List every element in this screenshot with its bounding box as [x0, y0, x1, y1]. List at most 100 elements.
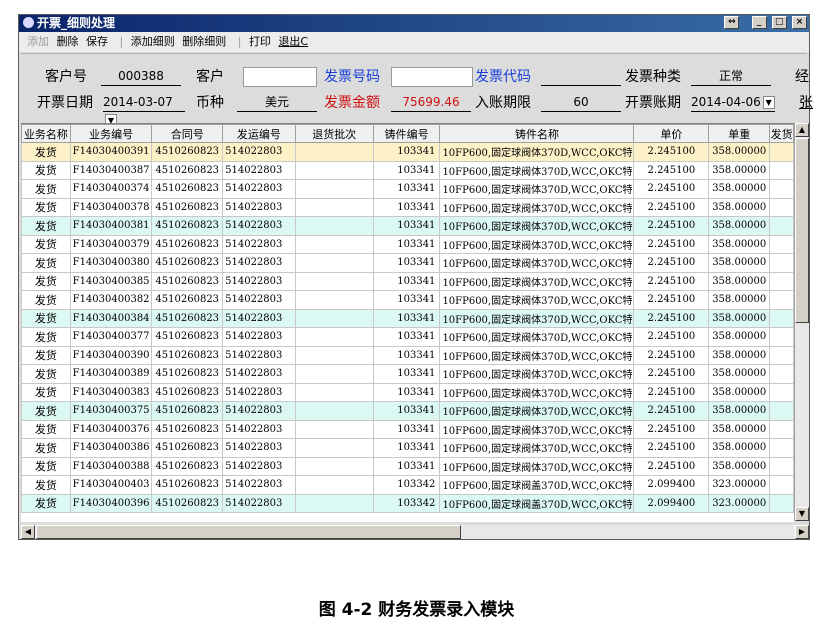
vertical-scrollbar[interactable]: ▲ ▼ [794, 123, 809, 521]
table-cell[interactable] [294, 345, 374, 365]
table-cell[interactable]: 358.00000 [708, 345, 771, 365]
table-cell[interactable]: 2.245100 [633, 197, 710, 217]
table-row[interactable]: 发货 F14030400384 4510260823 514022803 103341 1… [21, 308, 794, 328]
table-cell[interactable]: F14030400378 [69, 197, 153, 217]
invoice-type-field[interactable]: 正常 [691, 67, 771, 86]
table-cell[interactable]: 514022803 [222, 327, 296, 347]
table-cell[interactable]: 10FP600,固定球阀盖370D,WCC,OKC特 [439, 493, 635, 513]
table-cell[interactable]: 10FP600,固定球阀体370D,WCC,OKC特 [439, 382, 635, 402]
table-cell[interactable]: 358.00000 [708, 253, 771, 273]
table-cell[interactable]: 103341 [372, 419, 441, 439]
table-cell[interactable]: 4510260823 [151, 438, 224, 458]
table-row[interactable]: 发货 F14030400403 4510260823 514022803 103342 1… [21, 475, 794, 495]
column-header[interactable]: 铸件名称 [439, 124, 635, 143]
table-cell[interactable]: 10FP600,固定球阀体370D,WCC,OKC特 [439, 456, 635, 476]
customer-field[interactable] [243, 67, 317, 87]
table-cell[interactable] [294, 234, 374, 254]
table-cell[interactable]: F14030400389 [69, 364, 153, 384]
table-cell[interactable]: 发货 [21, 160, 71, 180]
table-cell[interactable] [769, 475, 794, 495]
table-cell[interactable]: 103341 [372, 438, 441, 458]
table-cell[interactable]: 358.00000 [708, 271, 771, 291]
table-cell[interactable]: 10FP600,固定球阀盖370D,WCC,OKC特 [439, 475, 635, 495]
table-cell[interactable]: 103341 [372, 271, 441, 291]
table-cell[interactable]: 103341 [372, 197, 441, 217]
table-row[interactable]: 发货 F14030400380 4510260823 514022803 103341 1… [21, 253, 794, 273]
table-cell[interactable]: 发货 [21, 438, 71, 458]
table-cell[interactable]: 4510260823 [151, 179, 224, 199]
table-cell[interactable]: 4510260823 [151, 160, 224, 180]
currency-field[interactable]: 美元 [237, 93, 317, 112]
print-button[interactable]: 打印 [249, 35, 271, 48]
table-row[interactable]: 发货 F14030400386 4510260823 514022803 103341 1… [21, 438, 794, 458]
add-detail-button[interactable]: 添加细则 [131, 35, 175, 48]
table-cell[interactable]: 发货 [21, 234, 71, 254]
table-cell[interactable]: 10FP600,固定球阀体370D,WCC,OKC特 [439, 419, 635, 439]
table-cell[interactable]: 4510260823 [151, 253, 224, 273]
table-cell[interactable]: 103341 [372, 327, 441, 347]
table-cell[interactable]: 4510260823 [151, 234, 224, 254]
table-cell[interactable]: 4510260823 [151, 327, 224, 347]
table-cell[interactable]: 发货 [21, 308, 71, 328]
table-cell[interactable]: 10FP600,固定球阀体370D,WCC,OKC特 [439, 160, 635, 180]
table-cell[interactable]: 514022803 [222, 216, 296, 236]
table-cell[interactable]: F14030400375 [69, 401, 153, 421]
vertical-scroll-thumb[interactable] [795, 138, 809, 323]
amount-field[interactable]: 75699.46 [391, 93, 471, 112]
table-cell[interactable]: 103341 [372, 382, 441, 402]
invoice-no-field[interactable] [391, 67, 473, 87]
table-cell[interactable] [769, 308, 794, 328]
table-cell[interactable]: 发货 [21, 364, 71, 384]
exit-button[interactable]: 退出C [278, 35, 308, 48]
table-cell[interactable]: 358.00000 [708, 179, 771, 199]
table-cell[interactable]: 514022803 [222, 253, 296, 273]
table-cell[interactable]: 514022803 [222, 438, 296, 458]
table-cell[interactable]: 358.00000 [708, 160, 771, 180]
column-header[interactable]: 合同号 [151, 124, 224, 143]
table-row[interactable]: 发货 F14030400377 4510260823 514022803 103341 1… [21, 327, 794, 347]
table-cell[interactable] [294, 419, 374, 439]
table-cell[interactable]: 2.245100 [633, 234, 710, 254]
table-cell[interactable] [769, 142, 794, 162]
table-cell[interactable] [294, 142, 374, 162]
table-cell[interactable]: 10FP600,固定球阀体370D,WCC,OKC特 [439, 327, 635, 347]
table-cell[interactable] [294, 364, 374, 384]
table-cell[interactable]: F14030400380 [69, 253, 153, 273]
table-cell[interactable]: 4510260823 [151, 142, 224, 162]
table-cell[interactable]: 2.245100 [633, 271, 710, 291]
table-cell[interactable]: 514022803 [222, 419, 296, 439]
table-cell[interactable]: 2.245100 [633, 364, 710, 384]
table-cell[interactable] [294, 327, 374, 347]
table-cell[interactable]: 4510260823 [151, 364, 224, 384]
table-row[interactable]: 发货 F14030400383 4510260823 514022803 103341 1… [21, 382, 794, 402]
table-cell[interactable]: 发货 [21, 456, 71, 476]
table-cell[interactable]: 514022803 [222, 493, 296, 513]
table-cell[interactable] [294, 290, 374, 310]
table-cell[interactable] [769, 271, 794, 291]
column-header[interactable]: 铸件编号 [372, 124, 441, 143]
table-cell[interactable] [294, 493, 374, 513]
table-cell[interactable]: 4510260823 [151, 290, 224, 310]
table-cell[interactable] [294, 382, 374, 402]
table-cell[interactable]: 10FP600,固定球阀体370D,WCC,OKC特 [439, 271, 635, 291]
table-cell[interactable] [769, 179, 794, 199]
table-cell[interactable]: 4510260823 [151, 216, 224, 236]
table-cell[interactable]: F14030400374 [69, 179, 153, 199]
table-cell[interactable]: 4510260823 [151, 419, 224, 439]
table-cell[interactable]: 发货 [21, 142, 71, 162]
column-header[interactable]: 单重 [708, 124, 771, 143]
table-cell[interactable] [769, 401, 794, 421]
table-cell[interactable]: 4510260823 [151, 456, 224, 476]
column-header[interactable]: 发运编号 [222, 124, 296, 143]
column-header[interactable]: 退货批次 [294, 124, 374, 143]
table-cell[interactable]: 103341 [372, 253, 441, 273]
table-row[interactable]: 发货 F14030400382 4510260823 514022803 103341 1… [21, 290, 794, 310]
table-cell[interactable]: 10FP600,固定球阀体370D,WCC,OKC特 [439, 308, 635, 328]
table-row[interactable]: 发货 F14030400374 4510260823 514022803 103341 1… [21, 179, 794, 199]
table-cell[interactable]: F14030400385 [69, 271, 153, 291]
table-cell[interactable]: F14030400384 [69, 308, 153, 328]
table-cell[interactable]: 10FP600,固定球阀体370D,WCC,OKC特 [439, 364, 635, 384]
table-cell[interactable]: 10FP600,固定球阀体370D,WCC,OKC特 [439, 234, 635, 254]
table-cell[interactable]: 514022803 [222, 179, 296, 199]
table-cell[interactable]: 514022803 [222, 234, 296, 254]
